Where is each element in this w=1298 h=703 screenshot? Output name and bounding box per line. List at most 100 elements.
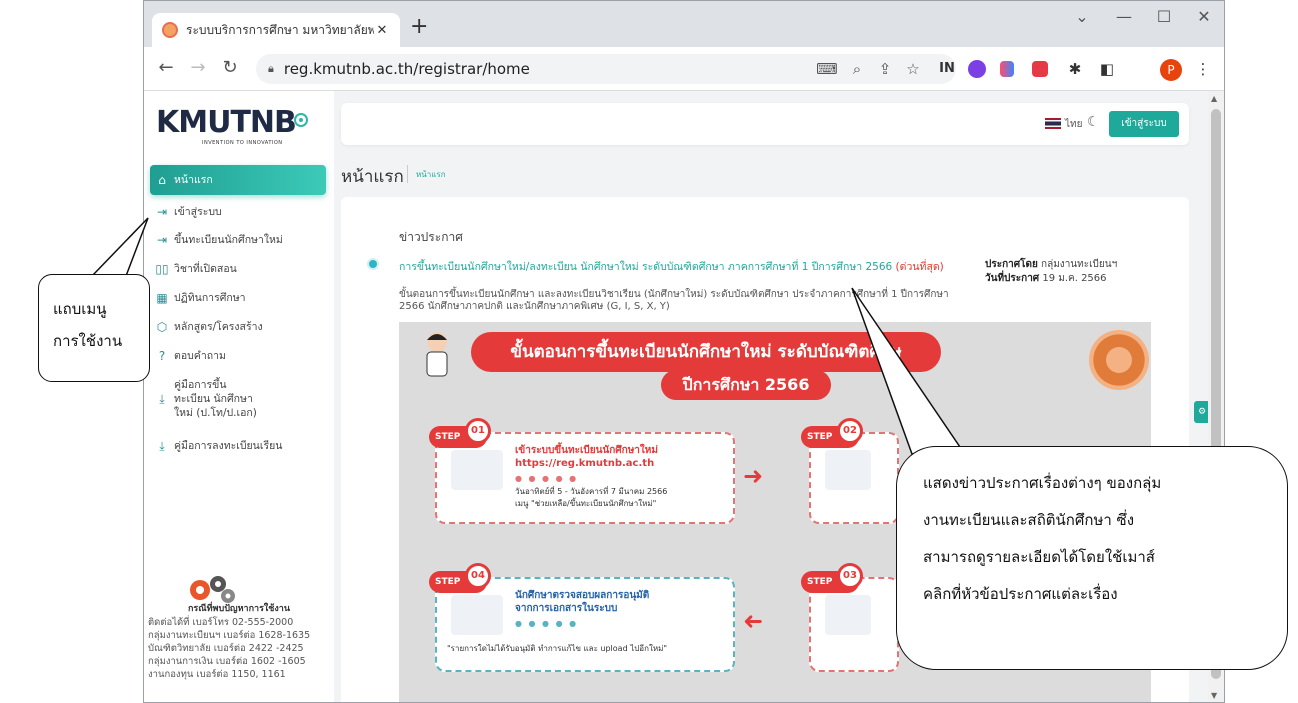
sidebar-item-label: คู่มือการขึ้นทะเบียน นักศึกษาใหม่ (ป.โท/…	[174, 379, 257, 419]
step-note: "รายการใดไม่ได้รับอนุมัติ ทำการแก้ไข และ…	[447, 644, 668, 653]
document-search-illustration-icon	[451, 595, 503, 635]
step-tag: STEP 02	[801, 418, 863, 448]
language-switch[interactable]: ไทย	[1065, 117, 1082, 132]
step-menu: เมนู "ช่วยเหลือ/ขึ้นทะเบียนนักศึกษาใหม่"	[515, 499, 657, 508]
sidebar-item-new-student[interactable]: ⇥ ขึ้นทะเบียนนักศึกษาใหม่	[150, 233, 326, 247]
book-icon: ▯▯	[155, 262, 169, 276]
kmutnb-logo[interactable]: KMUTNB	[156, 105, 297, 140]
tab-close-icon[interactable]: ✕	[374, 23, 390, 38]
new-tab-button[interactable]: +	[410, 15, 428, 39]
step-tag: STEP 03	[801, 563, 863, 593]
sidebar-item-manual-registration[interactable]: ⤓ คู่มือการขึ้นทะเบียน นักศึกษาใหม่ (ป.โ…	[150, 378, 260, 420]
question-icon: ?	[158, 349, 166, 363]
back-icon[interactable]: ←	[154, 57, 178, 78]
posted-date-label: วันที่ประกาศ	[985, 273, 1040, 284]
download-icon: ⤓	[159, 439, 165, 453]
callout-text: งานทะเบียนและสถิตินักศึกษา ซึ่ง	[923, 511, 1135, 529]
sidebar: KMUTNB INVENTION TO INNOVATION ⌂ หน้าแรก…	[144, 91, 334, 702]
posted-by-value: กลุ่มงานทะเบียนฯ	[1041, 259, 1118, 270]
download-icon: ⤓	[159, 392, 165, 406]
news-meta: ประกาศโดย กลุ่มงานทะเบียนฯ วันที่ประกาศ …	[985, 258, 1117, 286]
breadcrumb[interactable]: หน้าแรก	[416, 168, 446, 181]
breadcrumb-divider	[407, 165, 408, 183]
top-bar: ไทย ☾ เข้าสู่ระบบ	[341, 103, 1189, 145]
extensions-puzzle-icon[interactable]: ✱	[1064, 58, 1086, 80]
timeline-dot-icon	[367, 258, 379, 270]
share-icon[interactable]: ⇪	[874, 58, 896, 80]
callout-text: แถบเมนู	[53, 300, 107, 318]
sidebar-item-label: เข้าสู่ระบบ	[174, 206, 222, 218]
login-icon: ⇥	[156, 205, 168, 219]
sidebar-item-label: คู่มือการลงทะเบียนเรียน	[174, 440, 283, 452]
support-line: กลุ่มงานทะเบียนฯ เบอร์ต่อ 1628-1635	[148, 630, 311, 641]
sidebar-item-label: ขึ้นทะเบียนนักศึกษาใหม่	[174, 234, 283, 246]
browser-tab[interactable]: ระบบบริการการศึกษา มหาวิทยาลัยพระ ✕	[152, 13, 400, 47]
arrow-right-icon: ➜	[743, 462, 764, 490]
sidebar-item-courses[interactable]: ▯▯ วิชาที่เปิดสอน	[150, 262, 326, 276]
scroll-down-icon[interactable]: ▼	[1211, 691, 1217, 700]
sidebar-item-manual-enrollment[interactable]: ⤓ คู่มือการลงทะเบียนเรียน	[150, 439, 326, 454]
sidebar-item-login[interactable]: ⇥ เข้าสู่ระบบ	[150, 205, 326, 219]
logo-tagline: INVENTION TO INNOVATION	[202, 140, 283, 146]
url-text: reg.kmutnb.ac.th/registrar/home	[283, 60, 530, 78]
login-button[interactable]: เข้าสู่ระบบ	[1109, 111, 1179, 137]
callout-text: แสดงข่าวประกาศเรื่องต่างๆ ของกลุ่ม	[923, 474, 1162, 492]
poster-banner: ขั้นตอนการขึ้นทะเบียนนักศึกษาใหม่ ระดับบ…	[471, 332, 941, 372]
news-item-title: การขึ้นทะเบียนนักศึกษาใหม่/ลงทะเบียน นัก…	[399, 261, 893, 273]
posted-by-label: ประกาศโดย	[985, 259, 1038, 270]
step-dots: ● ● ● ● ●	[515, 474, 579, 483]
reload-icon[interactable]: ↻	[218, 57, 242, 78]
calendar-icon: ▦	[156, 291, 168, 305]
scroll-up-icon[interactable]: ▲	[1211, 94, 1217, 103]
extension-in-icon[interactable]: IN	[936, 58, 958, 80]
site-favicon-icon	[162, 22, 178, 38]
cube-icon: ⬡	[156, 320, 168, 334]
news-description: ขั้นตอนการขึ้นทะเบียนนักศึกษา และลงทะเบี…	[399, 289, 949, 312]
forward-icon[interactable]: →	[186, 57, 210, 78]
sidebar-item-calendar[interactable]: ▦ ปฏิทินการศึกษา	[150, 291, 326, 305]
sidebar-item-curriculum[interactable]: ⬡ หลักสูตร/โครงสร้าง	[150, 320, 326, 334]
support-line: กลุ่มงานการเงิน เบอร์ต่อ 1602 -1605	[148, 656, 306, 667]
sidebar-item-label: ตอบคำถาม	[174, 350, 226, 362]
sidebar-item-label: วิชาที่เปิดสอน	[174, 263, 237, 275]
meeting-illustration-icon	[825, 595, 871, 635]
step-tag: STEP 01	[429, 418, 491, 448]
zoom-icon[interactable]: ⌕	[846, 58, 868, 80]
extension-red-icon[interactable]	[1032, 61, 1048, 77]
step-heading: เข้าระบบขึ้นทะเบียนนักศึกษาใหม่ https://r…	[515, 445, 658, 469]
support-line: บัณฑิตวิทยาลัย เบอร์ต่อ 2422 -2425	[148, 643, 304, 654]
thai-flag-icon[interactable]	[1045, 118, 1061, 129]
home-icon: ⌂	[158, 173, 166, 187]
sidebar-item-home[interactable]: ⌂ หน้าแรก	[150, 165, 326, 195]
callout-text: การใช้งาน	[53, 332, 123, 350]
support-line: งานกองทุน เบอร์ต่อ 1150, 1161	[148, 669, 286, 680]
minimize-icon[interactable]: —	[1104, 7, 1144, 26]
chevron-down-icon[interactable]: ⌄	[1062, 7, 1102, 26]
close-window-icon[interactable]: ✕	[1184, 7, 1224, 26]
page-title: หน้าแรก	[341, 167, 404, 187]
arrow-left-icon: ➜	[743, 607, 764, 635]
university-seal-icon	[1089, 330, 1149, 390]
step-dots: ● ● ● ● ●	[515, 619, 579, 628]
logo-text: KMUTNB	[156, 105, 297, 140]
sidebar-toggle-icon[interactable]	[294, 113, 308, 127]
tab-title: ระบบบริการการศึกษา มหาวิทยาลัยพระ	[186, 22, 374, 37]
news-item-link[interactable]: การขึ้นทะเบียนนักศึกษาใหม่/ลงทะเบียน นัก…	[399, 258, 944, 275]
bookmark-star-icon[interactable]: ☆	[902, 58, 924, 80]
sidebar-item-faq[interactable]: ? ตอบคำถาม	[150, 349, 326, 363]
translate-icon[interactable]: ⌨	[816, 58, 838, 80]
side-panel-icon[interactable]: ◧	[1096, 58, 1118, 80]
maximize-icon[interactable]: ☐	[1144, 7, 1184, 26]
dark-mode-icon[interactable]: ☾	[1087, 114, 1100, 130]
desk-illustration-icon	[825, 450, 871, 490]
sidebar-item-label: ปฏิทินการศึกษา	[174, 292, 246, 304]
support-contact: กรณีที่พบปัญหาการใช้งาน ติดต่อได้ที่ เบอ…	[148, 603, 330, 681]
more-menu-icon[interactable]: ⋮	[1192, 58, 1214, 80]
profile-avatar[interactable]: P	[1160, 59, 1182, 81]
callout-text: คลิกที่หัวข้อประกาศแต่ละเรื่อง	[923, 585, 1118, 603]
poster-year: ปีการศึกษา 2566	[661, 370, 831, 400]
tab-bar: ระบบบริการการศึกษา มหาวิทยาลัยพระ ✕ + ⌄ …	[144, 1, 1224, 47]
extension-purple-icon[interactable]	[968, 60, 986, 78]
extension-color-icon[interactable]	[1000, 61, 1014, 77]
news-heading: ข่าวประกาศ	[399, 230, 463, 244]
